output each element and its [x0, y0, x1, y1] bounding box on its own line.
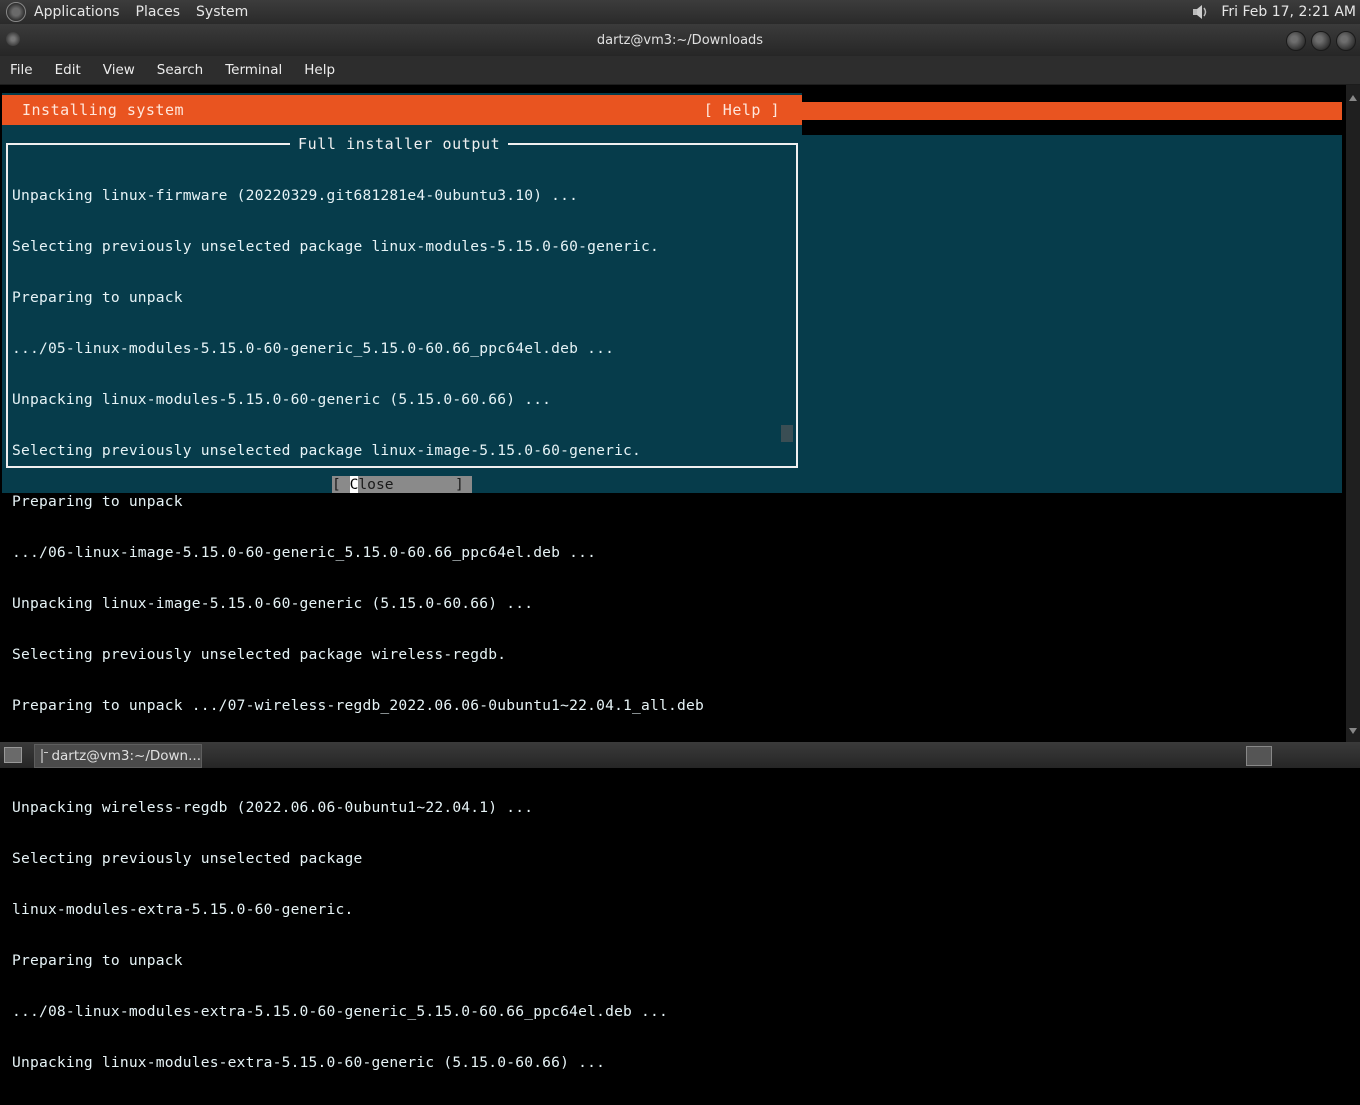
menu-search[interactable]: Search — [157, 62, 203, 78]
log-line: linux-modules-extra-5.15.0-60-generic. — [12, 901, 354, 918]
clock[interactable]: Fri Feb 17, 2:21 AM — [1221, 4, 1356, 20]
installer-title: Installing system — [22, 101, 185, 119]
log-line: Preparing to unpack — [12, 952, 183, 969]
terminal-icon — [41, 749, 50, 763]
menu-edit[interactable]: Edit — [55, 62, 81, 78]
log-line: Unpacking linux-modules-5.15.0-60-generi… — [12, 391, 552, 408]
speaker-icon[interactable] — [1191, 3, 1211, 21]
scroll-down-icon[interactable] — [1349, 728, 1357, 734]
installer-header-extension — [802, 102, 1342, 120]
log-line: .../08-linux-modules-extra-5.15.0-60-gen… — [12, 1003, 668, 1020]
workspace-switcher-icon[interactable] — [1246, 746, 1272, 766]
menu-terminal[interactable]: Terminal — [225, 62, 282, 78]
menu-help[interactable]: Help — [304, 62, 335, 78]
gnome-foot-icon[interactable] — [6, 2, 26, 22]
window-titlebar[interactable]: dartz@vm3:~/Downloads — [0, 24, 1360, 56]
menu-file[interactable]: File — [10, 62, 33, 78]
close-icon[interactable] — [1336, 31, 1356, 51]
terminal-area[interactable]: Installing system [ Help ] Full installe… — [0, 85, 1346, 1071]
log-line: Selecting previously unselected package … — [12, 442, 642, 459]
applications-menu[interactable]: Applications — [34, 4, 120, 20]
log-line: .../05-linux-modules-5.15.0-60-generic_5… — [12, 340, 615, 357]
top-panel: Applications Places System Fri Feb 17, 2… — [0, 0, 1360, 24]
header-gap-top — [802, 85, 1342, 102]
terminal-scrollbar[interactable] — [1346, 85, 1360, 742]
close-button-rest: lose ] — [358, 476, 464, 493]
window-menu-icon[interactable] — [6, 32, 20, 46]
bottom-panel: dartz@vm3:~/Down... — [0, 742, 1360, 768]
log-line: Selecting previously unselected package … — [12, 646, 507, 663]
minimize-icon[interactable] — [1286, 31, 1306, 51]
output-title: Full installer output — [290, 135, 509, 153]
scroll-up-icon[interactable] — [1349, 95, 1357, 101]
close-button[interactable]: [ Close ] — [332, 476, 472, 493]
taskbar-item-label: dartz@vm3:~/Down... — [51, 748, 201, 764]
log-line: .../06-linux-image-5.15.0-60-generic_5.1… — [12, 544, 597, 561]
taskbar-item-terminal[interactable]: dartz@vm3:~/Down... — [34, 744, 202, 768]
log-scroll-indicator — [781, 425, 793, 442]
window-title: dartz@vm3:~/Downloads — [596, 32, 764, 48]
places-menu[interactable]: Places — [136, 4, 181, 20]
installer-header: Installing system [ Help ] — [2, 95, 802, 125]
log-line: Unpacking linux-image-5.15.0-60-generic … — [12, 595, 534, 612]
log-line: Unpacking linux-modules-extra-5.15.0-60-… — [12, 1054, 606, 1071]
log-line: Preparing to unpack .../07-wireless-regd… — [12, 697, 704, 714]
maximize-icon[interactable] — [1311, 31, 1331, 51]
header-gap-bottom — [802, 120, 1342, 135]
log-line: Selecting previously unselected package … — [12, 238, 660, 255]
log-line: Selecting previously unselected package — [12, 850, 363, 867]
help-button[interactable]: [ Help ] — [704, 101, 780, 119]
menu-view[interactable]: View — [103, 62, 135, 78]
terminal-menubar: File Edit View Search Terminal Help — [0, 56, 1360, 85]
log-line: Unpacking linux-firmware (20220329.git68… — [12, 187, 579, 204]
system-menu[interactable]: System — [196, 4, 248, 20]
log-line: Preparing to unpack — [12, 289, 183, 306]
installer-log: Unpacking linux-firmware (20220329.git68… — [12, 153, 792, 1105]
show-desktop-icon[interactable] — [4, 747, 22, 763]
log-line: Unpacking wireless-regdb (2022.06.06-0ub… — [12, 799, 534, 816]
log-line: Preparing to unpack — [12, 493, 183, 510]
close-button-left: [ — [332, 476, 350, 493]
